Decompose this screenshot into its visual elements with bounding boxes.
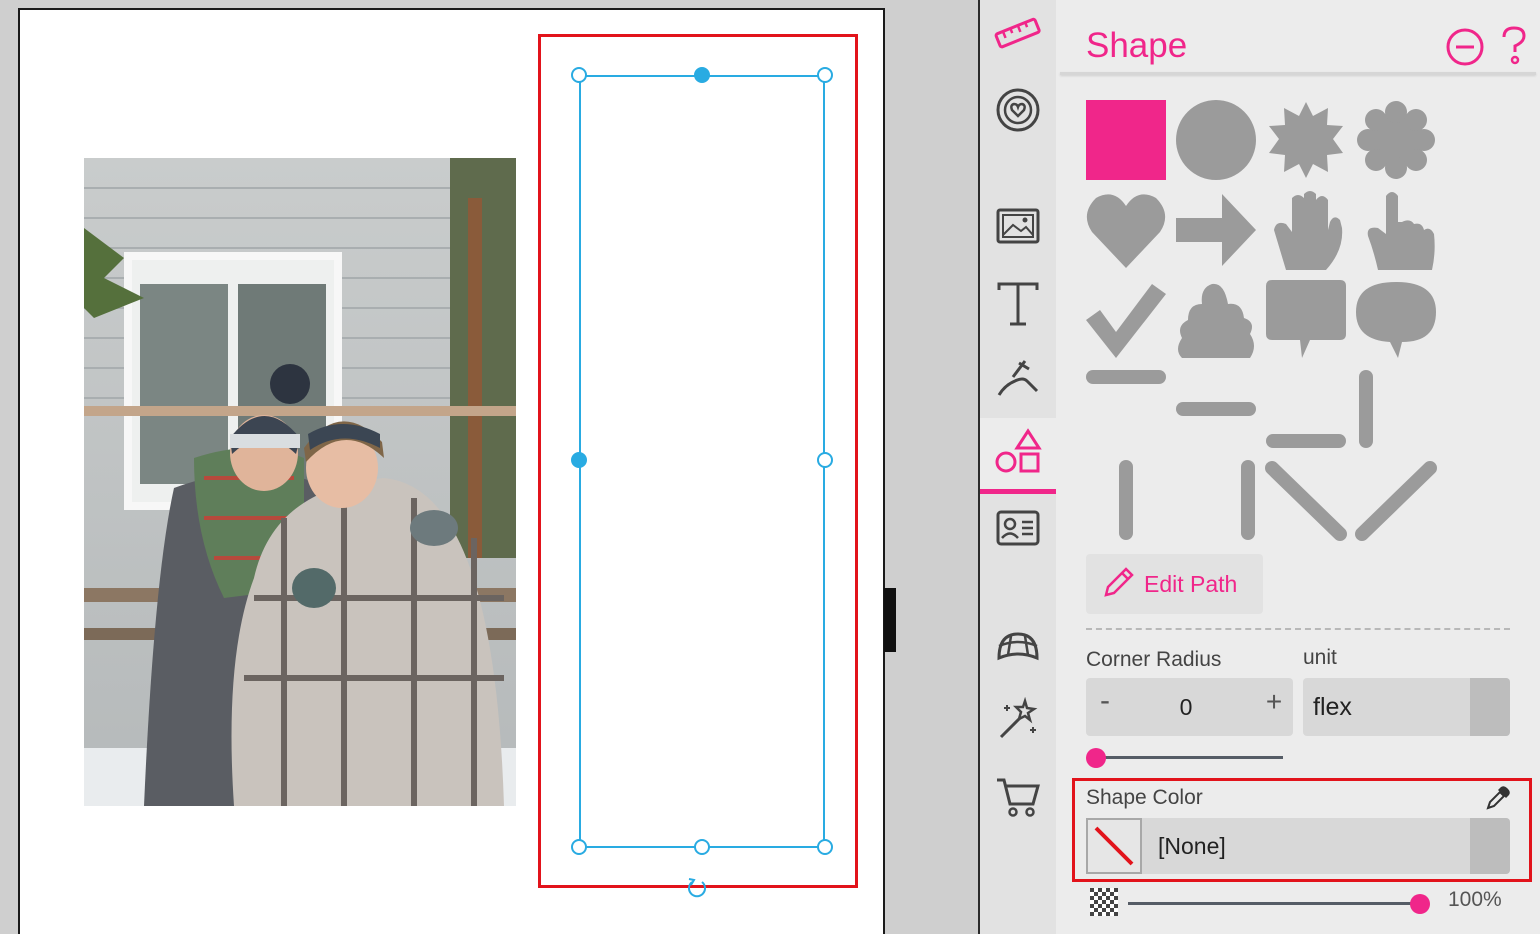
unit-select[interactable]: flex bbox=[1303, 678, 1510, 736]
corner-radius-increment-button[interactable]: + bbox=[1256, 678, 1292, 730]
opacity-checker-icon bbox=[1090, 888, 1118, 916]
resize-handle-right[interactable] bbox=[817, 452, 833, 468]
contact-card-tool-button[interactable] bbox=[980, 494, 1056, 566]
shape-line-vertical-3[interactable] bbox=[1238, 460, 1258, 540]
shapes-tool-button[interactable] bbox=[980, 418, 1056, 494]
section-divider bbox=[1086, 628, 1510, 630]
shape-starburst[interactable] bbox=[1266, 100, 1346, 180]
panel-header-divider bbox=[1060, 72, 1536, 75]
shape-line-vertical-1[interactable] bbox=[1356, 368, 1376, 450]
shape-heart[interactable] bbox=[1086, 190, 1166, 270]
shape-cloud[interactable] bbox=[1176, 280, 1256, 360]
help-button[interactable] bbox=[1498, 24, 1530, 66]
shape-speech-bubble-square[interactable] bbox=[1266, 280, 1346, 360]
shape-color-dropdown-arrow[interactable] bbox=[1470, 818, 1510, 874]
opacity-slider-thumb[interactable] bbox=[1410, 894, 1430, 914]
resize-handle-bottom-right[interactable] bbox=[817, 839, 833, 855]
selected-rectangle-shape[interactable] bbox=[579, 75, 825, 848]
shape-speech-bubble-oval[interactable] bbox=[1356, 280, 1436, 360]
ruler-icon bbox=[993, 16, 1043, 57]
perspective-icon bbox=[995, 628, 1041, 669]
resize-handle-left[interactable] bbox=[571, 452, 587, 468]
shape-color-value: [None] bbox=[1158, 833, 1226, 859]
draw-path-icon bbox=[995, 355, 1041, 406]
corner-radius-slider-thumb[interactable] bbox=[1086, 748, 1106, 768]
text-icon bbox=[995, 280, 1041, 333]
resize-handle-bottom-left[interactable] bbox=[571, 839, 587, 855]
shape-color-label: Shape Color bbox=[1086, 786, 1203, 809]
corner-radius-input[interactable]: 0 bbox=[1146, 678, 1226, 736]
shape-grid bbox=[1086, 98, 1446, 548]
eyedropper-icon[interactable] bbox=[1484, 784, 1512, 812]
help-icon bbox=[1498, 26, 1530, 70]
corner-radius-slider-track[interactable] bbox=[1096, 756, 1283, 759]
shape-arrow[interactable] bbox=[1176, 190, 1256, 270]
unit-label: unit bbox=[1303, 646, 1337, 669]
opacity-slider-track[interactable] bbox=[1128, 902, 1420, 905]
collapse-panel-icon bbox=[1444, 28, 1486, 72]
photo-couple-winter[interactable] bbox=[84, 158, 516, 806]
contact-card-icon bbox=[995, 509, 1041, 552]
heart-badge-icon bbox=[994, 86, 1042, 139]
page-resize-handle[interactable] bbox=[884, 588, 896, 652]
unit-dropdown-arrow[interactable] bbox=[1470, 678, 1510, 736]
tool-sidebar bbox=[980, 0, 1056, 934]
cart-tool-button[interactable] bbox=[980, 762, 1056, 834]
shape-pointing-hand[interactable] bbox=[1356, 190, 1436, 270]
pencil-icon bbox=[1102, 565, 1136, 604]
collapse-panel-button[interactable] bbox=[1444, 26, 1486, 68]
opacity-value: 100% bbox=[1448, 888, 1502, 911]
shape-line-horizontal-1[interactable] bbox=[1086, 368, 1166, 388]
shape-circle[interactable] bbox=[1176, 100, 1256, 180]
image-tool-button[interactable] bbox=[980, 192, 1056, 264]
stickers-tool-button[interactable] bbox=[980, 76, 1056, 148]
shape-line-diagonal-up[interactable] bbox=[1354, 460, 1438, 542]
rotate-handle-icon[interactable] bbox=[686, 876, 708, 898]
shape-scalloped-circle[interactable] bbox=[1356, 100, 1436, 180]
draw-tool-button[interactable] bbox=[980, 344, 1056, 416]
corner-radius-label: Corner Radius bbox=[1086, 648, 1222, 671]
canvas-area[interactable] bbox=[0, 0, 978, 934]
edit-path-button[interactable]: Edit Path bbox=[1086, 554, 1263, 614]
shapes-icon bbox=[994, 428, 1042, 479]
effects-tool-button[interactable] bbox=[980, 686, 1056, 758]
color-swatch-none[interactable] bbox=[1086, 818, 1142, 874]
resize-handle-top[interactable] bbox=[694, 67, 710, 83]
shape-square[interactable] bbox=[1086, 100, 1166, 180]
image-icon bbox=[995, 207, 1041, 250]
unit-value: flex bbox=[1313, 693, 1352, 721]
corner-radius-stepper: - 0 + bbox=[1086, 678, 1293, 736]
text-tool-button[interactable] bbox=[980, 270, 1056, 342]
shape-line-vertical-2[interactable] bbox=[1116, 460, 1136, 540]
shape-line-horizontal-3[interactable] bbox=[1266, 432, 1346, 452]
shape-checkmark[interactable] bbox=[1086, 280, 1166, 360]
panel-title: Shape bbox=[1086, 26, 1188, 65]
resize-handle-bottom[interactable] bbox=[694, 839, 710, 855]
perspective-tool-button[interactable] bbox=[980, 612, 1056, 684]
magic-wand-icon bbox=[995, 696, 1041, 748]
ruler-tool-button[interactable] bbox=[980, 0, 1056, 72]
corner-radius-decrement-button[interactable]: - bbox=[1086, 678, 1124, 730]
cart-icon bbox=[995, 774, 1041, 823]
shape-line-diagonal-down[interactable] bbox=[1264, 460, 1348, 542]
resize-handle-top-right[interactable] bbox=[817, 67, 833, 83]
shape-color-select[interactable]: [None] bbox=[1086, 818, 1510, 874]
shape-panel: Shape Edit Path Corner Radius unit - 0 +… bbox=[1056, 0, 1540, 934]
resize-handle-top-left[interactable] bbox=[571, 67, 587, 83]
shape-line-horizontal-2[interactable] bbox=[1176, 400, 1256, 420]
edit-path-label: Edit Path bbox=[1144, 570, 1238, 597]
shape-hand[interactable] bbox=[1266, 190, 1346, 270]
